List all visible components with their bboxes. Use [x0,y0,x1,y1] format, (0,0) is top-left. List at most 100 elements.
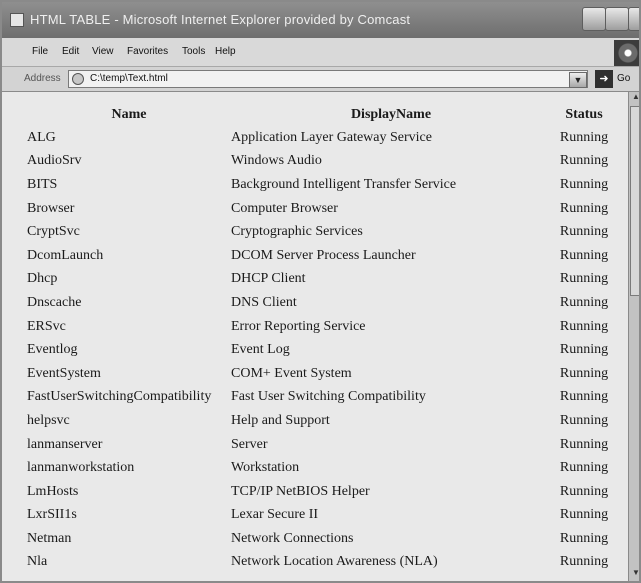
browser-window: HTML TABLE - Microsoft Internet Explorer… [0,0,641,583]
cell-displayname: Application Layer Gateway Service [231,129,432,145]
table-row: LmHosts TCP/IP NetBIOS Helper Running [27,480,617,504]
go-arrow-icon: ➜ [595,70,613,88]
cell-status: Running [559,483,609,499]
cell-status: Running [559,247,609,263]
address-dropdown-icon[interactable]: ▼ [569,72,587,88]
vertical-scrollbar[interactable]: ▲ ▼ [628,92,639,581]
table-row: BITS Background Intelligent Transfer Serv… [27,173,617,197]
table-row: AudioSrv Windows Audio Running [27,150,617,174]
cell-displayname: Network Location Awareness (NLA) [231,554,438,570]
page-content: Name DisplayName Status ALG Application L… [2,92,628,581]
table-row: lanmanserver Server Running [27,433,617,457]
go-label: Go [617,73,631,84]
table-row: Dnscache DNS Client Running [27,291,617,315]
cell-name: ERSvc [27,318,66,334]
minimize-button[interactable] [582,7,606,31]
cell-displayname: Fast User Switching Compatibility [231,389,426,405]
cell-status: Running [559,530,609,546]
table-row: FastUserSwitchingCompatibility Fast User … [27,386,617,410]
cell-name: lanmanserver [27,436,103,452]
table-row: DcomLaunch DCOM Server Process Launcher Ru… [27,244,617,268]
cell-status: Running [559,271,609,287]
cell-status: Running [559,365,609,381]
cell-displayname: Lexar Secure II [231,507,319,523]
table-body: ALG Application Layer Gateway Service Runn… [27,126,617,574]
cell-status: Running [559,507,609,523]
windows-logo-icon [614,40,639,66]
cell-displayname: Computer Browser [231,200,338,216]
cell-name: lanmanworkstation [27,460,135,476]
table-row: EventSystem COM+ Event System Running [27,362,617,386]
cell-name: Nla [27,554,48,570]
services-table: Name DisplayName Status ALG Application L… [27,104,617,574]
cell-name: Netman [27,530,72,546]
table-row: Browser Computer Browser Running [27,197,617,221]
scroll-up-icon[interactable]: ▲ [629,92,639,104]
address-input[interactable]: C:\temp\Text.html [68,70,588,88]
menu-tools[interactable]: Tools [182,46,205,57]
table-row: ERSvc Error Reporting Service Running [27,315,617,339]
cell-name: EventSystem [27,365,101,381]
table-row: Nla Network Location Awareness (NLA) Runni… [27,551,617,575]
cell-displayname: Windows Audio [231,153,322,169]
cell-name: helpsvc [27,412,70,428]
table-row: Dhcp DHCP Client Running [27,268,617,292]
table-row: Netman Network Connections Running [27,527,617,551]
cell-name: LmHosts [27,483,79,499]
header-displayname: DisplayName [350,107,432,122]
cell-name: DcomLaunch [27,247,104,263]
header-status: Status [565,107,603,122]
table-row: Eventlog Event Log Running [27,338,617,362]
cell-status: Running [559,224,609,240]
cell-status: Running [559,436,609,452]
cell-displayname: DHCP Client [231,271,306,287]
menu-file[interactable]: File [32,46,48,57]
cell-name: LxrSII1s [27,507,77,523]
cell-status: Running [559,342,609,358]
table-row: CryptSvc Cryptographic Services Running [27,220,617,244]
cell-status: Running [559,294,609,310]
cell-displayname: Background Intelligent Transfer Service [231,176,457,192]
cell-displayname: Error Reporting Service [231,318,366,334]
cell-name: Dnscache [27,294,82,310]
cell-status: Running [559,176,609,192]
cell-displayname: DNS Client [231,294,297,310]
cell-displayname: Network Connections [231,530,354,546]
table-header-row: Name DisplayName Status [27,104,617,126]
scroll-thumb[interactable] [630,106,639,296]
menu-help[interactable]: Help [215,46,236,57]
window-title: HTML TABLE - Microsoft Internet Explorer… [30,12,411,27]
header-name: Name [111,107,147,122]
cell-name: ALG [27,129,56,145]
cell-name: Browser [27,200,75,216]
menu-favorites[interactable]: Favorites [127,46,168,57]
cell-displayname: TCP/IP NetBIOS Helper [231,483,370,499]
cell-status: Running [559,389,609,405]
cell-status: Running [559,129,609,145]
address-bar: Address C:\temp\Text.html [2,67,639,92]
cell-displayname: Cryptographic Services [231,224,363,240]
table-row: helpsvc Help and Support Running [27,409,617,433]
cell-status: Running [559,318,609,334]
cell-displayname: COM+ Event System [231,365,352,381]
page-icon [72,73,84,85]
go-button[interactable]: ➜ Go [595,69,639,89]
cell-status: Running [559,412,609,428]
cell-name: BITS [27,176,58,192]
close-button[interactable] [628,7,639,31]
title-bar[interactable]: HTML TABLE - Microsoft Internet Explorer… [2,2,639,38]
menu-view[interactable]: View [92,46,114,57]
maximize-button[interactable] [605,7,629,31]
cell-name: Dhcp [27,271,58,287]
table-row: LxrSII1s Lexar Secure II Running [27,504,617,528]
cell-name: AudioSrv [27,153,82,169]
ie-icon [10,13,24,27]
cell-status: Running [559,153,609,169]
cell-name: CryptSvc [27,224,80,240]
cell-displayname: DCOM Server Process Launcher [231,247,416,263]
address-value: C:\temp\Text.html [90,73,168,84]
scroll-down-icon[interactable]: ▼ [629,568,639,580]
table-row: ALG Application Layer Gateway Service Runn… [27,126,617,150]
menu-bar: File Edit View Favorites Tools Help [2,38,639,67]
menu-edit[interactable]: Edit [62,46,79,57]
